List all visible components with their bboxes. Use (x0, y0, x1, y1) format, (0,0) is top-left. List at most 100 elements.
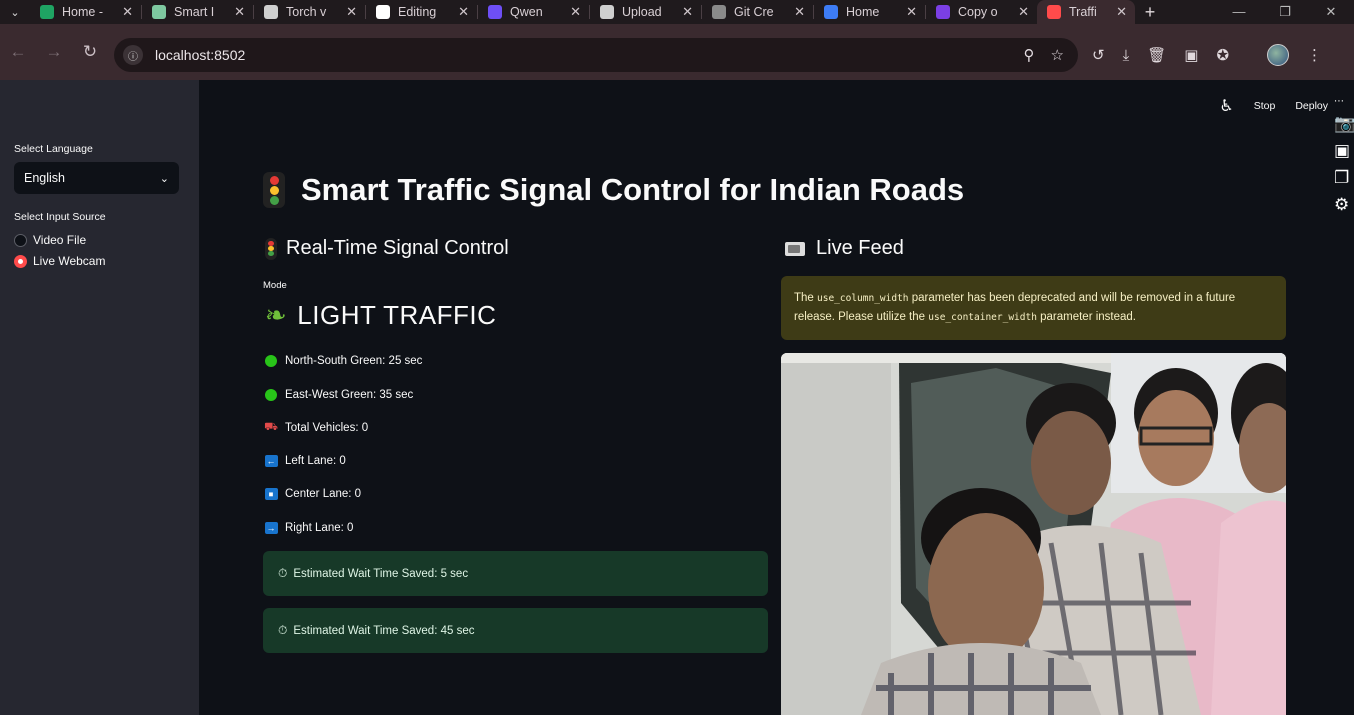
tab-close-icon[interactable]: ✕ (346, 4, 357, 20)
tab-close-icon[interactable]: ✕ (906, 4, 917, 20)
wait-time-text: Estimated Wait Time Saved: 5 sec (293, 567, 469, 580)
tab-title: Upload (622, 5, 662, 19)
tab-close-icon[interactable]: ✕ (794, 4, 805, 20)
side-toolbar: ⋯ 📷 ▣ ❐ ⚙ (1334, 96, 1354, 215)
gear-icon[interactable]: ⚙ (1334, 195, 1354, 215)
east-west-text: East-West Green: 35 sec (285, 389, 414, 401)
url-text[interactable]: localhost:8502 (155, 47, 245, 63)
tab-title: Smart I (174, 5, 215, 19)
car-icon: ⛟ (264, 421, 278, 433)
wait-time-alert: ⏱ Estimated Wait Time Saved: 5 sec (263, 551, 768, 596)
browser-tab[interactable]: Torch v ✕ (254, 0, 365, 24)
radio-unselected-icon[interactable] (14, 233, 27, 247)
tab-favicon-icon (712, 5, 726, 19)
green-circle-icon (265, 389, 277, 401)
radio-label: Live Webcam (33, 254, 106, 268)
tab-title: Home - (62, 5, 103, 19)
browser-tab[interactable]: Copy o ✕ (926, 0, 1037, 24)
site-info-icon[interactable]: ⓘ (123, 45, 143, 65)
browser-tab[interactable]: Smart I ✕ (142, 0, 253, 24)
right-heading-text: Live Feed (816, 237, 904, 259)
profile-avatar[interactable] (1267, 44, 1290, 66)
left-lane-text: Left Lane: 0 (285, 455, 346, 467)
favorites-icon[interactable]: ✪ (1216, 46, 1229, 64)
address-bar[interactable]: ⓘ localhost:8502 ⚲ ☆ (114, 38, 1078, 72)
browser-tab[interactable]: Upload ✕ (590, 0, 701, 24)
tab-close-icon[interactable]: ✕ (1116, 4, 1127, 20)
browser-tab[interactable]: Traffi ✕ (1037, 0, 1135, 24)
history-icon[interactable]: ↺ (1092, 46, 1105, 64)
stop-square-icon: ⏹ (264, 488, 278, 500)
tab-close-icon[interactable]: ✕ (458, 4, 469, 20)
tab-title: Torch v (286, 5, 327, 19)
tab-favicon-icon (264, 5, 278, 19)
language-select[interactable]: English ⌄ (14, 162, 179, 194)
browser-tab[interactable]: Qwen ✕ (478, 0, 589, 24)
mode-metric: ❧ LIGHT TRAFFIC (265, 300, 496, 331)
tab-favicon-icon (376, 5, 390, 19)
page-title-text: Smart Traffic Signal Control for Indian … (301, 172, 965, 207)
radio-label: Video File (33, 233, 87, 247)
center-lane-stat: ⏹ Center Lane: 0 (264, 487, 361, 501)
tab-favicon-icon (936, 5, 950, 19)
video-camera-icon (785, 241, 805, 256)
new-tab-button[interactable]: + (1135, 2, 1165, 23)
running-man-icon: ♿ (1219, 98, 1234, 115)
tab-close-icon[interactable]: ✕ (682, 4, 693, 20)
trash-icon[interactable]: 🗑 (1147, 46, 1166, 64)
tab-search-chevron-icon[interactable]: ⌄ (0, 0, 30, 24)
forward-icon[interactable]: → (36, 42, 72, 62)
browser-tab[interactable]: Home - ✕ (30, 0, 141, 24)
warning-code: use_container_width (928, 312, 1037, 323)
browser-tab[interactable]: Home ✕ (814, 0, 925, 24)
radio-video-file[interactable]: Video File (14, 233, 86, 247)
close-window-icon[interactable]: ✕ (1308, 4, 1354, 20)
warning-text: The (794, 292, 818, 304)
camera-icon[interactable]: 📷 (1334, 114, 1354, 134)
back-icon[interactable]: ← (0, 42, 36, 62)
browser-toolbar: ← → ↻ ⓘ localhost:8502 ⚲ ☆ ↺ ⤓ 🗑 ▣ ✪ ⋮ (0, 24, 1354, 80)
warning-text: parameter instead. (1036, 311, 1137, 323)
tab-close-icon[interactable]: ✕ (122, 4, 133, 20)
webcam-frame (781, 353, 1286, 715)
stop-button[interactable]: Stop (1254, 100, 1276, 112)
download-icon[interactable]: ⤓ (1123, 47, 1130, 64)
language-select-value: English (24, 171, 65, 185)
traffic-light-icon (263, 172, 285, 208)
input-source-label: Select Input Source (14, 211, 106, 223)
tab-close-icon[interactable]: ✕ (570, 4, 581, 20)
restore-icon[interactable]: ❐ (1262, 4, 1308, 20)
tab-close-icon[interactable]: ✕ (1018, 4, 1029, 20)
right-arrow-icon: → (264, 522, 278, 534)
zoom-icon[interactable]: ⚲ (1024, 46, 1035, 64)
east-west-stat: East-West Green: 35 sec (264, 388, 413, 402)
tab-favicon-icon (600, 5, 614, 19)
deploy-button[interactable]: Deploy (1295, 100, 1328, 112)
stopwatch-icon: ⏱ (278, 623, 288, 637)
tab-title: Editing (398, 5, 437, 19)
tab-title: Copy o (958, 5, 998, 19)
mode-label: Mode (263, 280, 287, 291)
deprecation-warning: The use_column_width parameter has been … (781, 276, 1286, 340)
browser-tab-strip: ⌄ Home - ✕ Smart I ✕ Torch v ✕ Editing ✕ Qwen ✕ Up… (0, 0, 1354, 24)
reload-icon[interactable]: ↻ (72, 42, 108, 62)
browser-tab[interactable]: Git Cre ✕ (702, 0, 813, 24)
chevron-down-icon: ⌄ (159, 172, 169, 185)
browser-tab[interactable]: Editing ✕ (366, 0, 477, 24)
tab-title: Git Cre (734, 5, 774, 19)
minimize-icon[interactable]: — (1216, 4, 1262, 20)
north-south-stat: North-South Green: 25 sec (264, 354, 422, 368)
settings-dots-icon[interactable]: ⋯ (1334, 96, 1354, 107)
total-vehicles-stat: ⛟ Total Vehicles: 0 (264, 421, 368, 435)
left-heading-text: Real-Time Signal Control (286, 237, 509, 259)
screenshot-icon[interactable]: ▣ (1184, 46, 1198, 64)
mode-value: LIGHT TRAFFIC (297, 300, 497, 330)
bookmark-star-icon[interactable]: ☆ (1051, 46, 1064, 64)
browser-menu-icon[interactable]: ⋮ (1307, 46, 1322, 64)
radio-live-webcam[interactable]: Live Webcam (14, 254, 105, 268)
radio-selected-icon[interactable] (14, 254, 27, 268)
video-camera-icon[interactable]: ▣ (1334, 141, 1354, 161)
window-icon[interactable]: ❐ (1334, 168, 1354, 188)
tab-close-icon[interactable]: ✕ (234, 4, 245, 20)
tab-favicon-icon (152, 5, 166, 19)
